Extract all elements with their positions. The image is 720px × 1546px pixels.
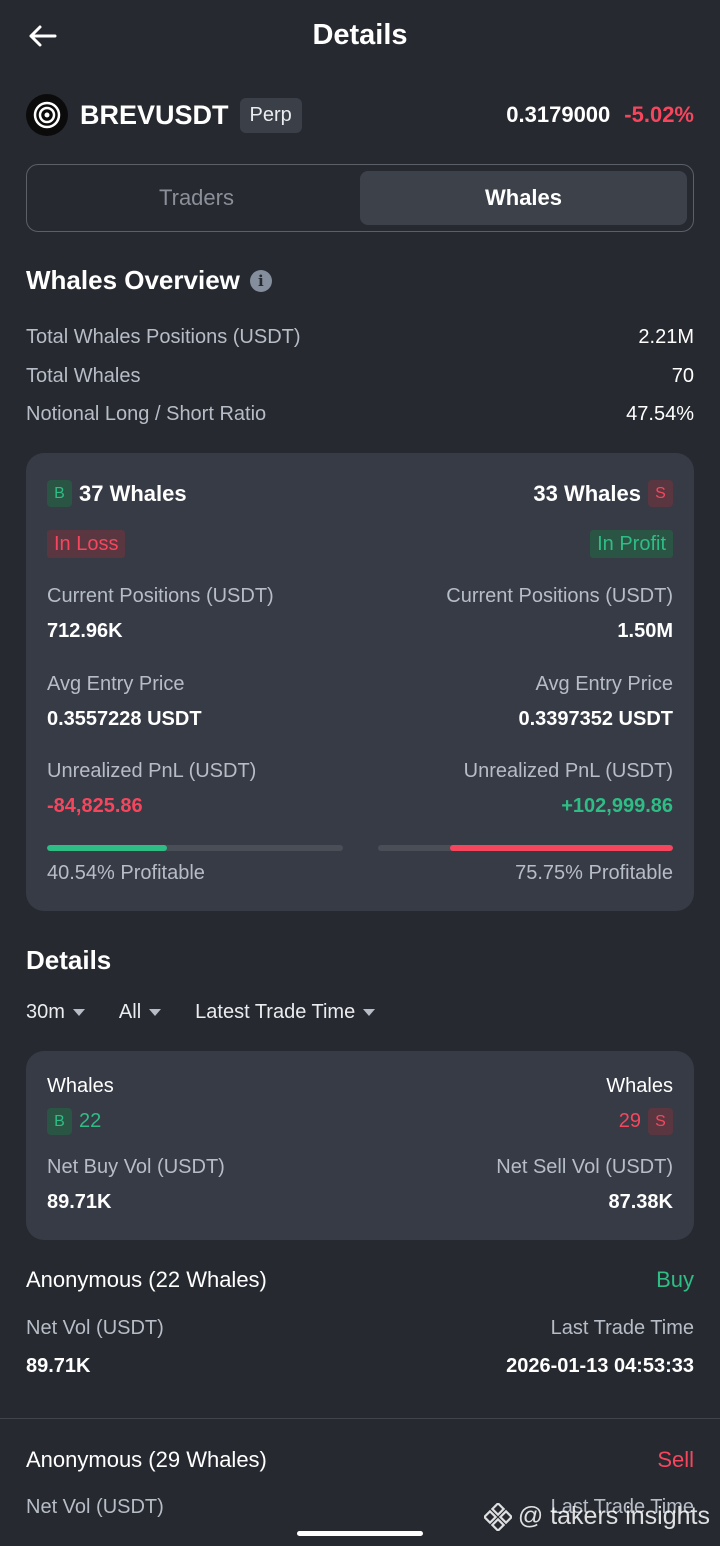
- overview-label: Total Whales Positions (USDT): [26, 326, 301, 348]
- last-trade-time-label: Last Trade Time: [550, 1317, 694, 1339]
- traders-whales-tabs: Traders Whales: [26, 164, 694, 232]
- long-pnl-value: -84,825.86: [47, 795, 143, 817]
- page-title: Details: [312, 18, 408, 51]
- side-dropdown[interactable]: All: [118, 1001, 162, 1024]
- long-whales-header: B 37 Whales: [47, 480, 187, 507]
- short-profitable-text: 75.75% Profitable: [515, 862, 673, 884]
- net-sell-vol-label: Net Sell Vol (USDT): [496, 1156, 673, 1178]
- long-profitable-text: 40.54% Profitable: [47, 862, 205, 884]
- overview-value: 47.54%: [626, 403, 694, 425]
- net-volume-card: Whales B 22 Net Buy Vol (USDT) 89.71K Wh…: [26, 1051, 694, 1240]
- overview-label: Total Whales: [26, 365, 141, 387]
- net-vol-label: Net Vol (USDT): [26, 1317, 164, 1339]
- buy-whales-label: Whales: [47, 1075, 114, 1097]
- short-profitable-fill: [449, 845, 673, 851]
- long-profitable-fill: [47, 845, 167, 851]
- whale-entry-side: Sell: [657, 1447, 694, 1472]
- short-entry-label: Avg Entry Price: [535, 673, 673, 695]
- overview-value: 2.21M: [638, 326, 694, 348]
- info-icon[interactable]: i: [249, 269, 272, 292]
- home-indicator[interactable]: [297, 1531, 423, 1536]
- buy-whales-count-row: B 22: [47, 1108, 101, 1135]
- caret-down-icon: [363, 1009, 376, 1016]
- caret-down-icon: [149, 1009, 162, 1016]
- last-price: 0.3179000: [506, 102, 611, 127]
- sell-whales-count: 29: [618, 1110, 641, 1132]
- watermark: @ takers insights: [483, 1502, 710, 1531]
- caret-down-icon: [72, 1009, 85, 1016]
- pair-header: BREVUSDT Perp 0.3179000 -5.02%: [26, 94, 694, 136]
- timeframe-dropdown[interactable]: 30m: [26, 1001, 85, 1024]
- long-pnl-label: Unrealized PnL (USDT): [47, 760, 257, 782]
- overview-row-total-whales: Total Whales 70: [26, 365, 694, 388]
- tab-whales[interactable]: Whales: [360, 171, 687, 225]
- buy-whales-count: 22: [79, 1110, 102, 1132]
- net-buy-vol-label: Net Buy Vol (USDT): [47, 1156, 225, 1178]
- overview-value: 70: [671, 365, 694, 387]
- back-arrow-svg: [29, 25, 57, 47]
- price-change: -5.02%: [624, 102, 694, 127]
- timeframe-label: 30m: [26, 1001, 65, 1023]
- sort-label: Latest Trade Time: [195, 1001, 356, 1023]
- contract-type-badge: Perp: [239, 97, 302, 133]
- back-arrow-icon[interactable]: [24, 20, 60, 52]
- last-trade-time-value: 2026-01-13 04:53:33: [506, 1355, 694, 1377]
- in-profit-tag: In Profit: [590, 530, 673, 558]
- short-whale-count: 33 Whales: [533, 480, 641, 506]
- whales-overview-title: Whales Overview i: [26, 265, 272, 296]
- in-loss-tag: In Loss: [47, 530, 126, 558]
- long-whale-count: 37 Whales: [79, 480, 187, 506]
- pair-symbol: BREVUSDT: [80, 99, 229, 130]
- net-sell-vol-value: 87.38K: [608, 1191, 674, 1213]
- long-entry-label: Avg Entry Price: [47, 673, 185, 695]
- sell-whales-count-row: 29 S: [619, 1108, 673, 1135]
- whale-entry-side: Buy: [656, 1267, 694, 1292]
- overview-row-total-positions: Total Whales Positions (USDT) 2.21M: [26, 326, 694, 349]
- short-positions-label: Current Positions (USDT): [446, 585, 673, 607]
- price-block: 0.3179000 -5.02%: [506, 102, 694, 128]
- short-pnl-value: +102,999.86: [561, 795, 673, 817]
- top-bar: Details: [0, 0, 720, 70]
- whale-entry-name[interactable]: Anonymous (22 Whales): [26, 1267, 267, 1293]
- short-status: In Profit: [590, 530, 673, 558]
- buy-badge: B: [47, 480, 72, 507]
- buy-badge: B: [47, 1108, 72, 1135]
- coin-logo-icon: [26, 94, 68, 136]
- long-profitable-bar: [47, 845, 343, 851]
- net-buy-vol-value: 89.71K: [47, 1191, 112, 1213]
- whales-overview-label: Whales Overview: [26, 265, 240, 295]
- overview-row-long-short-ratio: Notional Long / Short Ratio 47.54%: [26, 403, 694, 426]
- watermark-text: @ takers insights: [517, 1502, 710, 1530]
- details-filters: 30m All Latest Trade Time: [26, 1001, 376, 1024]
- long-positions-label: Current Positions (USDT): [47, 585, 274, 607]
- whale-entry-name[interactable]: Anonymous (29 Whales): [26, 1447, 267, 1473]
- short-positions-value: 1.50M: [617, 620, 673, 642]
- long-entry-value: 0.3557228 USDT: [47, 708, 202, 730]
- sell-whales-label: Whales: [606, 1075, 673, 1097]
- entry-divider: [0, 1418, 720, 1419]
- sell-badge: S: [648, 480, 673, 507]
- net-vol-label: Net Vol (USDT): [26, 1496, 164, 1518]
- tab-traders[interactable]: Traders: [33, 171, 360, 225]
- long-status: In Loss: [47, 530, 126, 558]
- net-vol-value: 89.71K: [26, 1355, 91, 1377]
- long-positions-value: 712.96K: [47, 620, 123, 642]
- short-entry-value: 0.3397352 USDT: [518, 708, 673, 730]
- sort-dropdown[interactable]: Latest Trade Time: [195, 1001, 376, 1024]
- details-title: Details: [26, 945, 112, 975]
- whales-summary-card: B 37 Whales In Loss Current Positions (U…: [26, 453, 694, 911]
- short-profitable-bar: [378, 845, 673, 851]
- side-label: All: [118, 1001, 142, 1023]
- overview-label: Notional Long / Short Ratio: [26, 403, 267, 425]
- binance-logo-icon: [483, 1502, 512, 1531]
- sell-badge: S: [648, 1108, 673, 1135]
- short-whales-header: 33 Whales S: [533, 480, 673, 507]
- short-pnl-label: Unrealized PnL (USDT): [463, 760, 673, 782]
